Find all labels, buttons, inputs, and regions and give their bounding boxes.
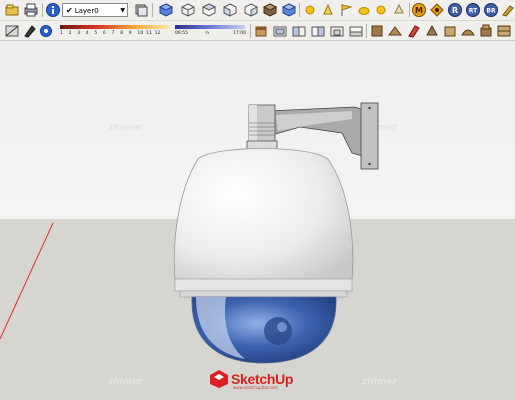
month-tick-label: 4 [85, 31, 89, 36]
light-icon[interactable] [320, 2, 336, 18]
layer-name: Layer0 [74, 7, 99, 15]
svg-text:R: R [452, 6, 458, 15]
separator [250, 24, 251, 38]
camera-housing [173, 148, 354, 364]
date-gradient-bar [60, 25, 170, 29]
info-icon[interactable] [45, 2, 61, 18]
render-icon[interactable]: BR [483, 2, 499, 18]
extrude-icon[interactable] [478, 23, 494, 39]
right-view-icon[interactable] [243, 2, 259, 18]
front-view-icon[interactable] [291, 23, 307, 39]
chevron-down-icon: ▼ [120, 7, 125, 14]
month-tick-label: 6 [103, 31, 106, 36]
sun-icon[interactable] [356, 2, 372, 18]
sandbox-icon[interactable] [387, 23, 403, 39]
month-tick-label: 3 [77, 31, 81, 36]
time-start-label: 06:55 [175, 31, 188, 36]
top-view-icon[interactable] [272, 23, 288, 39]
light-icon[interactable] [391, 2, 407, 18]
time-noon-label: ½ [205, 31, 210, 36]
render-icon[interactable]: RT [465, 2, 481, 18]
month-tick-label: 12 [154, 31, 161, 36]
brush-icon[interactable] [406, 23, 422, 39]
month-tick-label: 8 [120, 31, 124, 36]
material-icon[interactable]: M [411, 2, 427, 18]
light-icon[interactable] [373, 2, 389, 18]
sketchup-logo: SketchUp www.sketchupbar.com [209, 369, 293, 390]
info-icon[interactable] [38, 23, 54, 39]
shadow-settings-icon[interactable] [4, 23, 20, 39]
separator [299, 3, 300, 17]
brush-icon[interactable] [500, 2, 515, 18]
month-tick-label: 7 [111, 31, 115, 36]
left-view-icon[interactable] [348, 23, 364, 39]
logo-subtitle: www.sketchupbar.com [233, 385, 278, 390]
iso-view-icon[interactable] [253, 23, 269, 39]
sun-icon[interactable] [302, 2, 318, 18]
time-gradient-bar [175, 25, 245, 29]
svg-text:RT: RT [469, 8, 478, 15]
logo-icon [210, 370, 228, 388]
extrude-icon[interactable] [369, 23, 385, 39]
camera-icon[interactable] [429, 2, 445, 18]
extrude-icon[interactable] [424, 23, 440, 39]
right-view-icon[interactable] [310, 23, 326, 39]
shadow-time-slider[interactable]: 06:55 ½ 17:00 [175, 22, 246, 40]
top-view-icon[interactable] [201, 2, 217, 18]
svg-text:BR: BR [486, 8, 496, 15]
3d-cube-icon[interactable] [158, 2, 174, 18]
toolbar-row-shadows: 1 2 3 4 5 6 7 8 9 10 11 12 06:55 ½ 17:00 [0, 20, 515, 41]
month-tick-label: 2 [68, 31, 72, 36]
model-viewport[interactable]: zhimer zhimer zhimer zhimer SketchUp www… [0, 41, 515, 400]
back-view-icon[interactable] [329, 23, 345, 39]
separator [152, 3, 153, 17]
month-tick-label: 10 [137, 31, 144, 36]
extrude-icon[interactable] [262, 2, 278, 18]
open-icon[interactable] [4, 2, 20, 18]
separator [42, 3, 43, 17]
flag-icon[interactable] [338, 2, 354, 18]
sandbox-icon[interactable] [281, 2, 297, 18]
red-axis-line [0, 222, 54, 340]
layer-visible-check: ✔ [66, 6, 73, 15]
shadow-date-slider[interactable]: 1 2 3 4 5 6 7 8 9 10 11 12 [60, 22, 170, 40]
iso-view-icon[interactable] [180, 2, 196, 18]
separator [366, 24, 367, 38]
layer-dropdown[interactable]: ✔ Layer0 ▼ [62, 3, 128, 17]
svg-text:M: M [415, 6, 423, 15]
front-view-icon[interactable] [222, 2, 238, 18]
material-icon[interactable] [442, 23, 458, 39]
separator [409, 3, 410, 17]
sandbox-icon[interactable] [460, 23, 476, 39]
toolbar-row-top: ✔ Layer0 ▼ M R RT BR [0, 0, 515, 20]
render-icon[interactable] [496, 23, 512, 39]
month-tick-label: 11 [146, 31, 152, 36]
month-tick-label: 1 [60, 31, 63, 36]
print-icon[interactable] [23, 2, 39, 18]
month-tick-label: 5 [94, 31, 98, 36]
rotate-icon[interactable]: R [447, 2, 463, 18]
time-end-label: 17:00 [233, 31, 246, 36]
layers-icon[interactable] [133, 2, 149, 18]
month-tick-label: 9 [128, 31, 132, 36]
toolbar-area: ✔ Layer0 ▼ M R RT BR 1 2 3 4 5 6 7 8 9 1… [0, 0, 515, 41]
brush-icon[interactable] [22, 23, 38, 39]
model-scene [0, 102, 379, 364]
